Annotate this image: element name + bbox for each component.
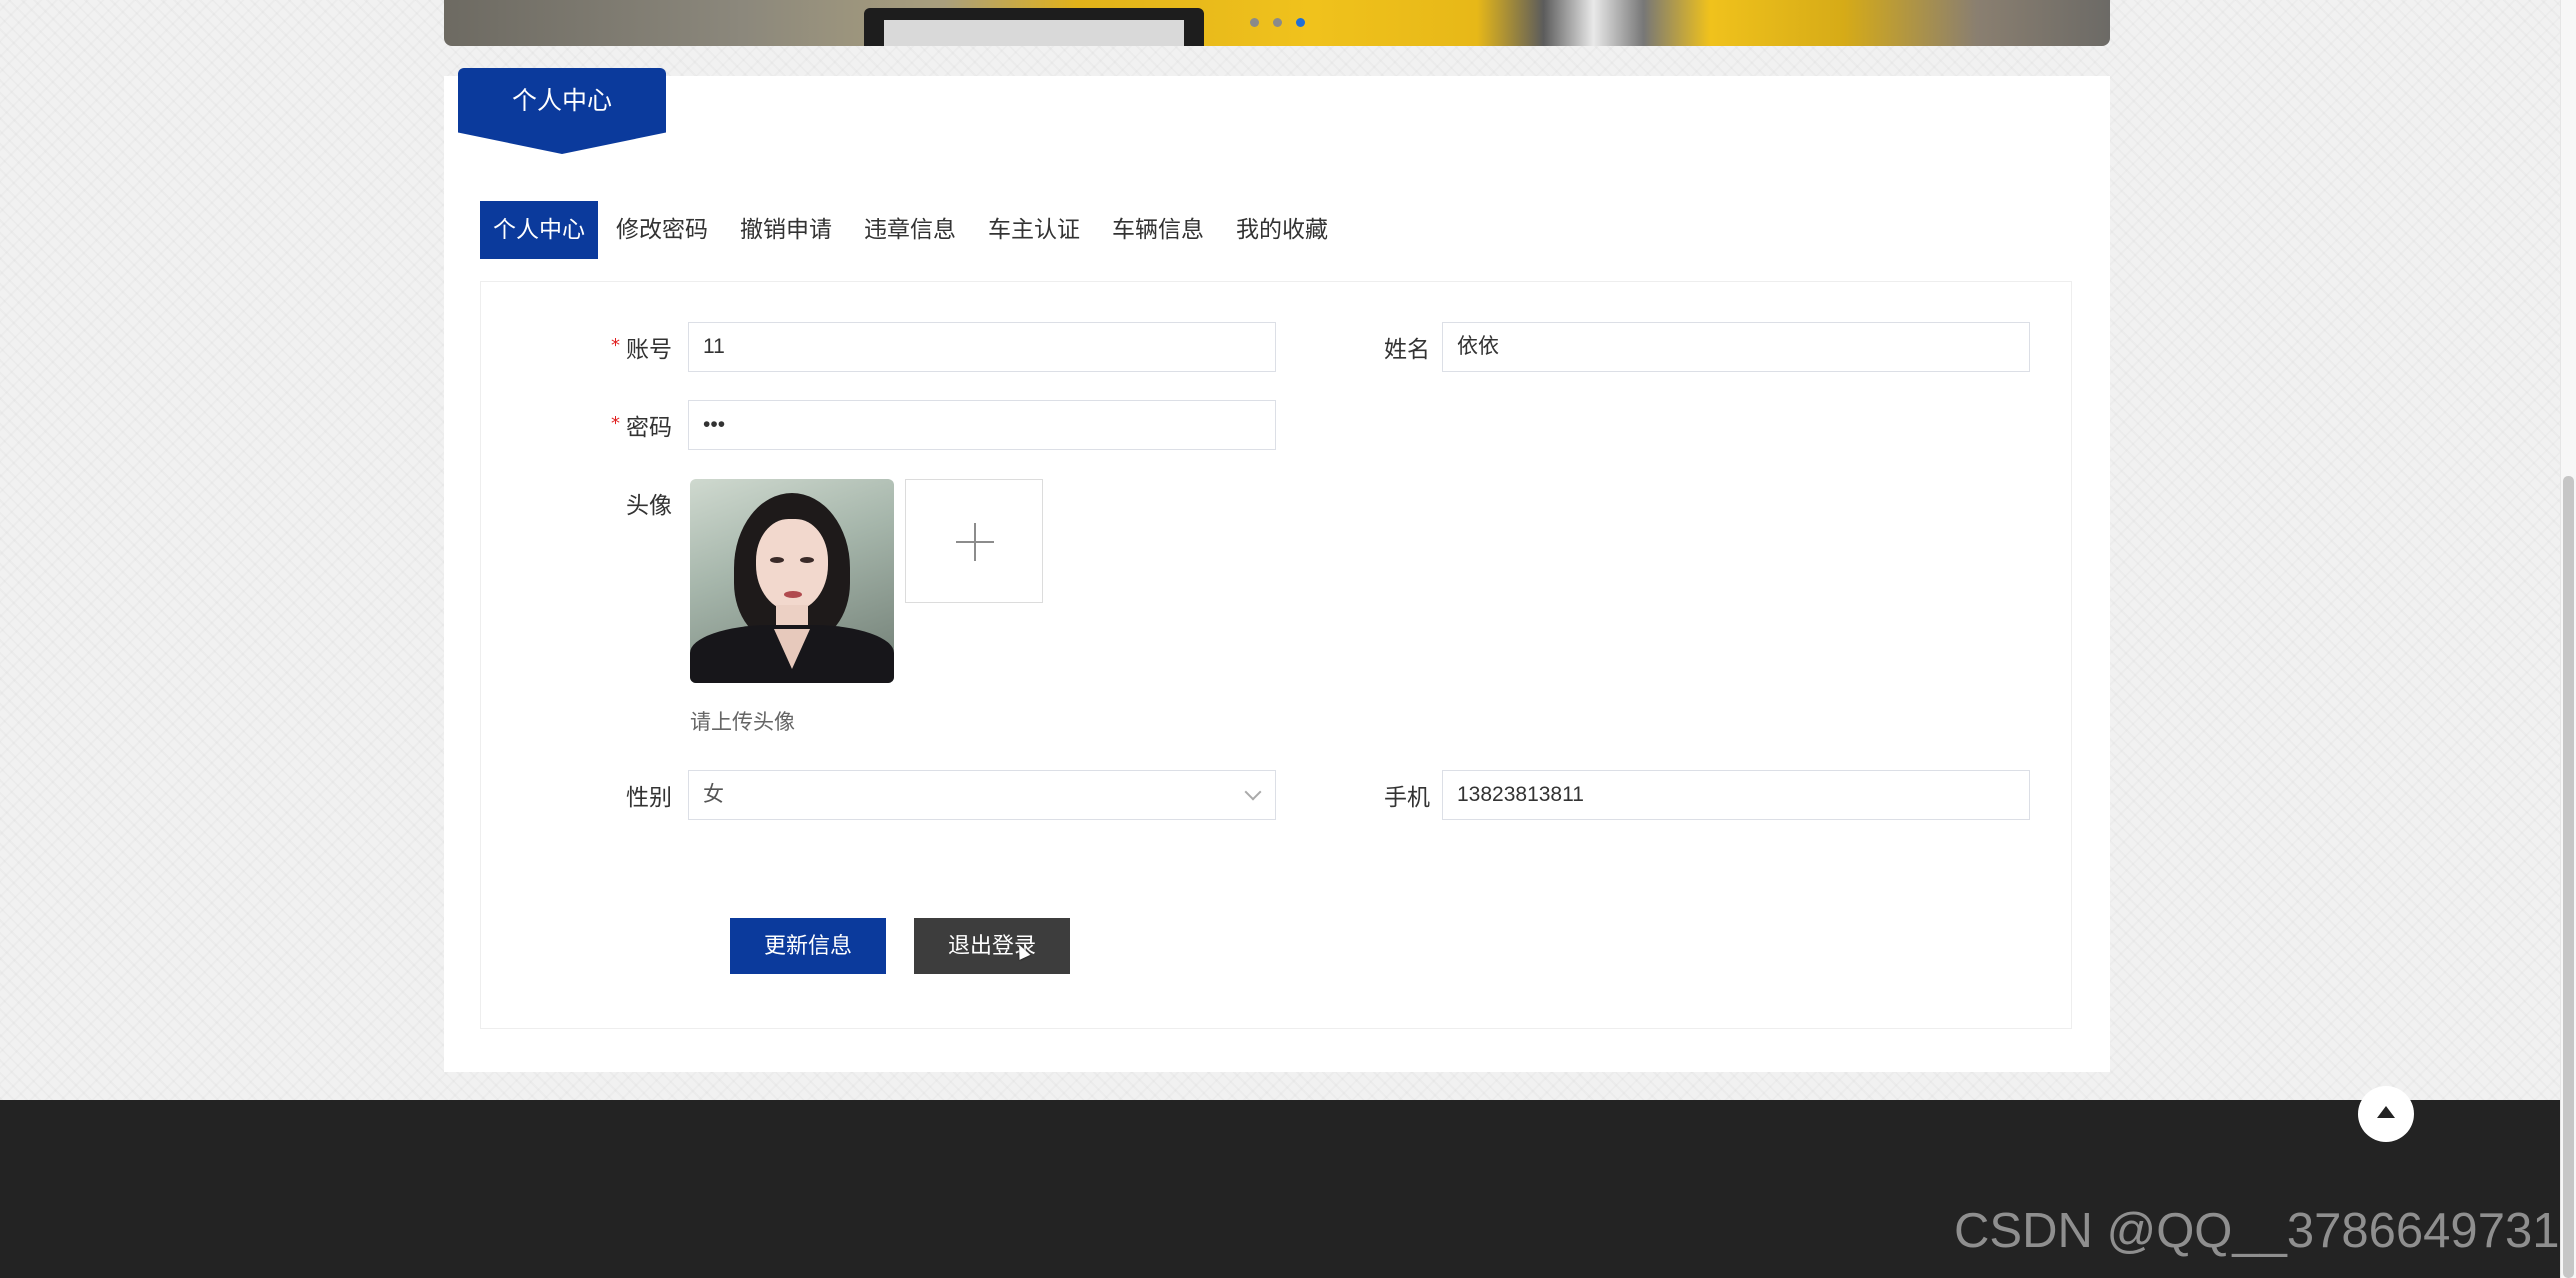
watermark: CSDN @QQ__3786649731 — [1954, 1204, 2560, 1258]
password-input[interactable]: ••• — [688, 400, 1276, 450]
avatar-lips — [784, 591, 802, 598]
tab-violation-info[interactable]: 违章信息 — [850, 201, 970, 259]
required-mark: * — [611, 413, 620, 434]
logout-button[interactable]: 退出登录 — [914, 918, 1070, 974]
avatar-eye — [800, 557, 814, 563]
account-input[interactable]: 11 — [688, 322, 1276, 372]
tab-my-favorites[interactable]: 我的收藏 — [1222, 201, 1342, 259]
gender-label: 性别 — [626, 785, 672, 811]
tab-profile[interactable]: 个人中心 — [480, 201, 598, 259]
avatar-label: 头像 — [626, 493, 672, 519]
avatar-upload-button[interactable] — [905, 479, 1043, 603]
update-info-button[interactable]: 更新信息 — [730, 918, 886, 974]
back-to-top-button[interactable] — [2358, 1086, 2414, 1142]
gender-selected-value: 女 — [703, 783, 724, 806]
phone-input[interactable]: 13823813811 — [1442, 770, 2030, 820]
avatar-image[interactable] — [690, 479, 894, 683]
avatar-upload-hint: 请上传头像 — [690, 710, 795, 734]
gender-select[interactable]: 女 — [688, 770, 1276, 820]
avatar-eye — [770, 557, 784, 563]
scrollbar-thumb[interactable] — [2563, 476, 2574, 1278]
carousel-dot-2[interactable] — [1273, 18, 1282, 27]
carousel-dot-3[interactable] — [1296, 18, 1305, 27]
banner-image-plate — [884, 20, 1184, 46]
carousel-indicators — [1250, 18, 1305, 27]
carousel-dot-1[interactable] — [1250, 18, 1259, 27]
profile-tabs: 个人中心 修改密码 撤销申请 违章信息 车主认证 车辆信息 我的收藏 — [480, 201, 1346, 259]
required-mark: * — [611, 335, 620, 356]
chevron-down-icon — [1244, 783, 1262, 801]
account-label: * 账号 — [611, 335, 672, 363]
plus-icon — [974, 523, 976, 561]
tab-change-password[interactable]: 修改密码 — [602, 201, 722, 259]
name-input[interactable]: 依依 — [1442, 322, 2030, 372]
phone-label: 手机 — [1384, 785, 1430, 811]
password-label: * 密码 — [611, 413, 672, 441]
banner-carousel — [444, 0, 2110, 46]
name-label: 姓名 — [1384, 337, 1430, 363]
arrow-up-icon — [2377, 1106, 2395, 1118]
tab-owner-certification[interactable]: 车主认证 — [974, 201, 1094, 259]
tab-vehicle-info[interactable]: 车辆信息 — [1098, 201, 1218, 259]
tab-revoke-request[interactable]: 撤销申请 — [726, 201, 846, 259]
